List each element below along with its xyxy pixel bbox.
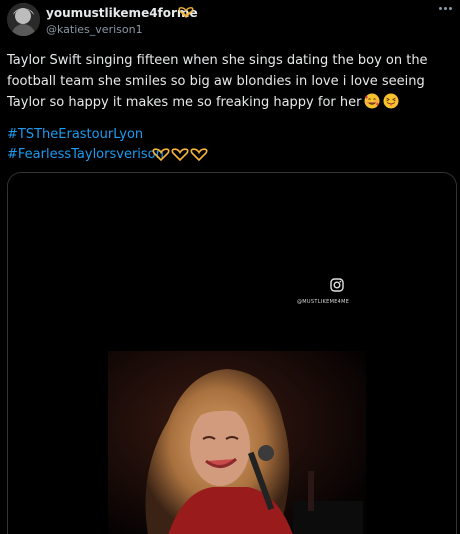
smiling-face-with-hearts-emoji [364,93,380,109]
video-player[interactable]: @MUSTLIKEME4ME [7,172,457,534]
hashtag-link[interactable]: #FearlessTaylorsverison [7,145,164,165]
author-handle[interactable]: @katies_verison1 [46,23,143,36]
heart-hands-icon [178,7,194,18]
avatar-image [7,3,40,36]
more-options-icon[interactable] [438,4,454,14]
tweet-text: Taylor Swift singing fifteen when she si… [7,50,457,113]
video-thumbnail [108,351,366,534]
squinting-face-with-tongue-emoji [383,93,399,109]
author-display-name[interactable]: youmustlikeme4forme [46,6,198,20]
avatar[interactable] [7,3,40,36]
video-watermark: @MUSTLIKEME4ME [297,299,350,305]
heart-hands-icon [152,148,208,162]
instagram-icon [330,278,344,292]
tweet-post: youmustlikeme4forme @katies_verison1 Tay… [0,0,460,534]
hashtag-link[interactable]: #TSTheErastourLyon [7,125,143,145]
video-frame [108,351,366,534]
